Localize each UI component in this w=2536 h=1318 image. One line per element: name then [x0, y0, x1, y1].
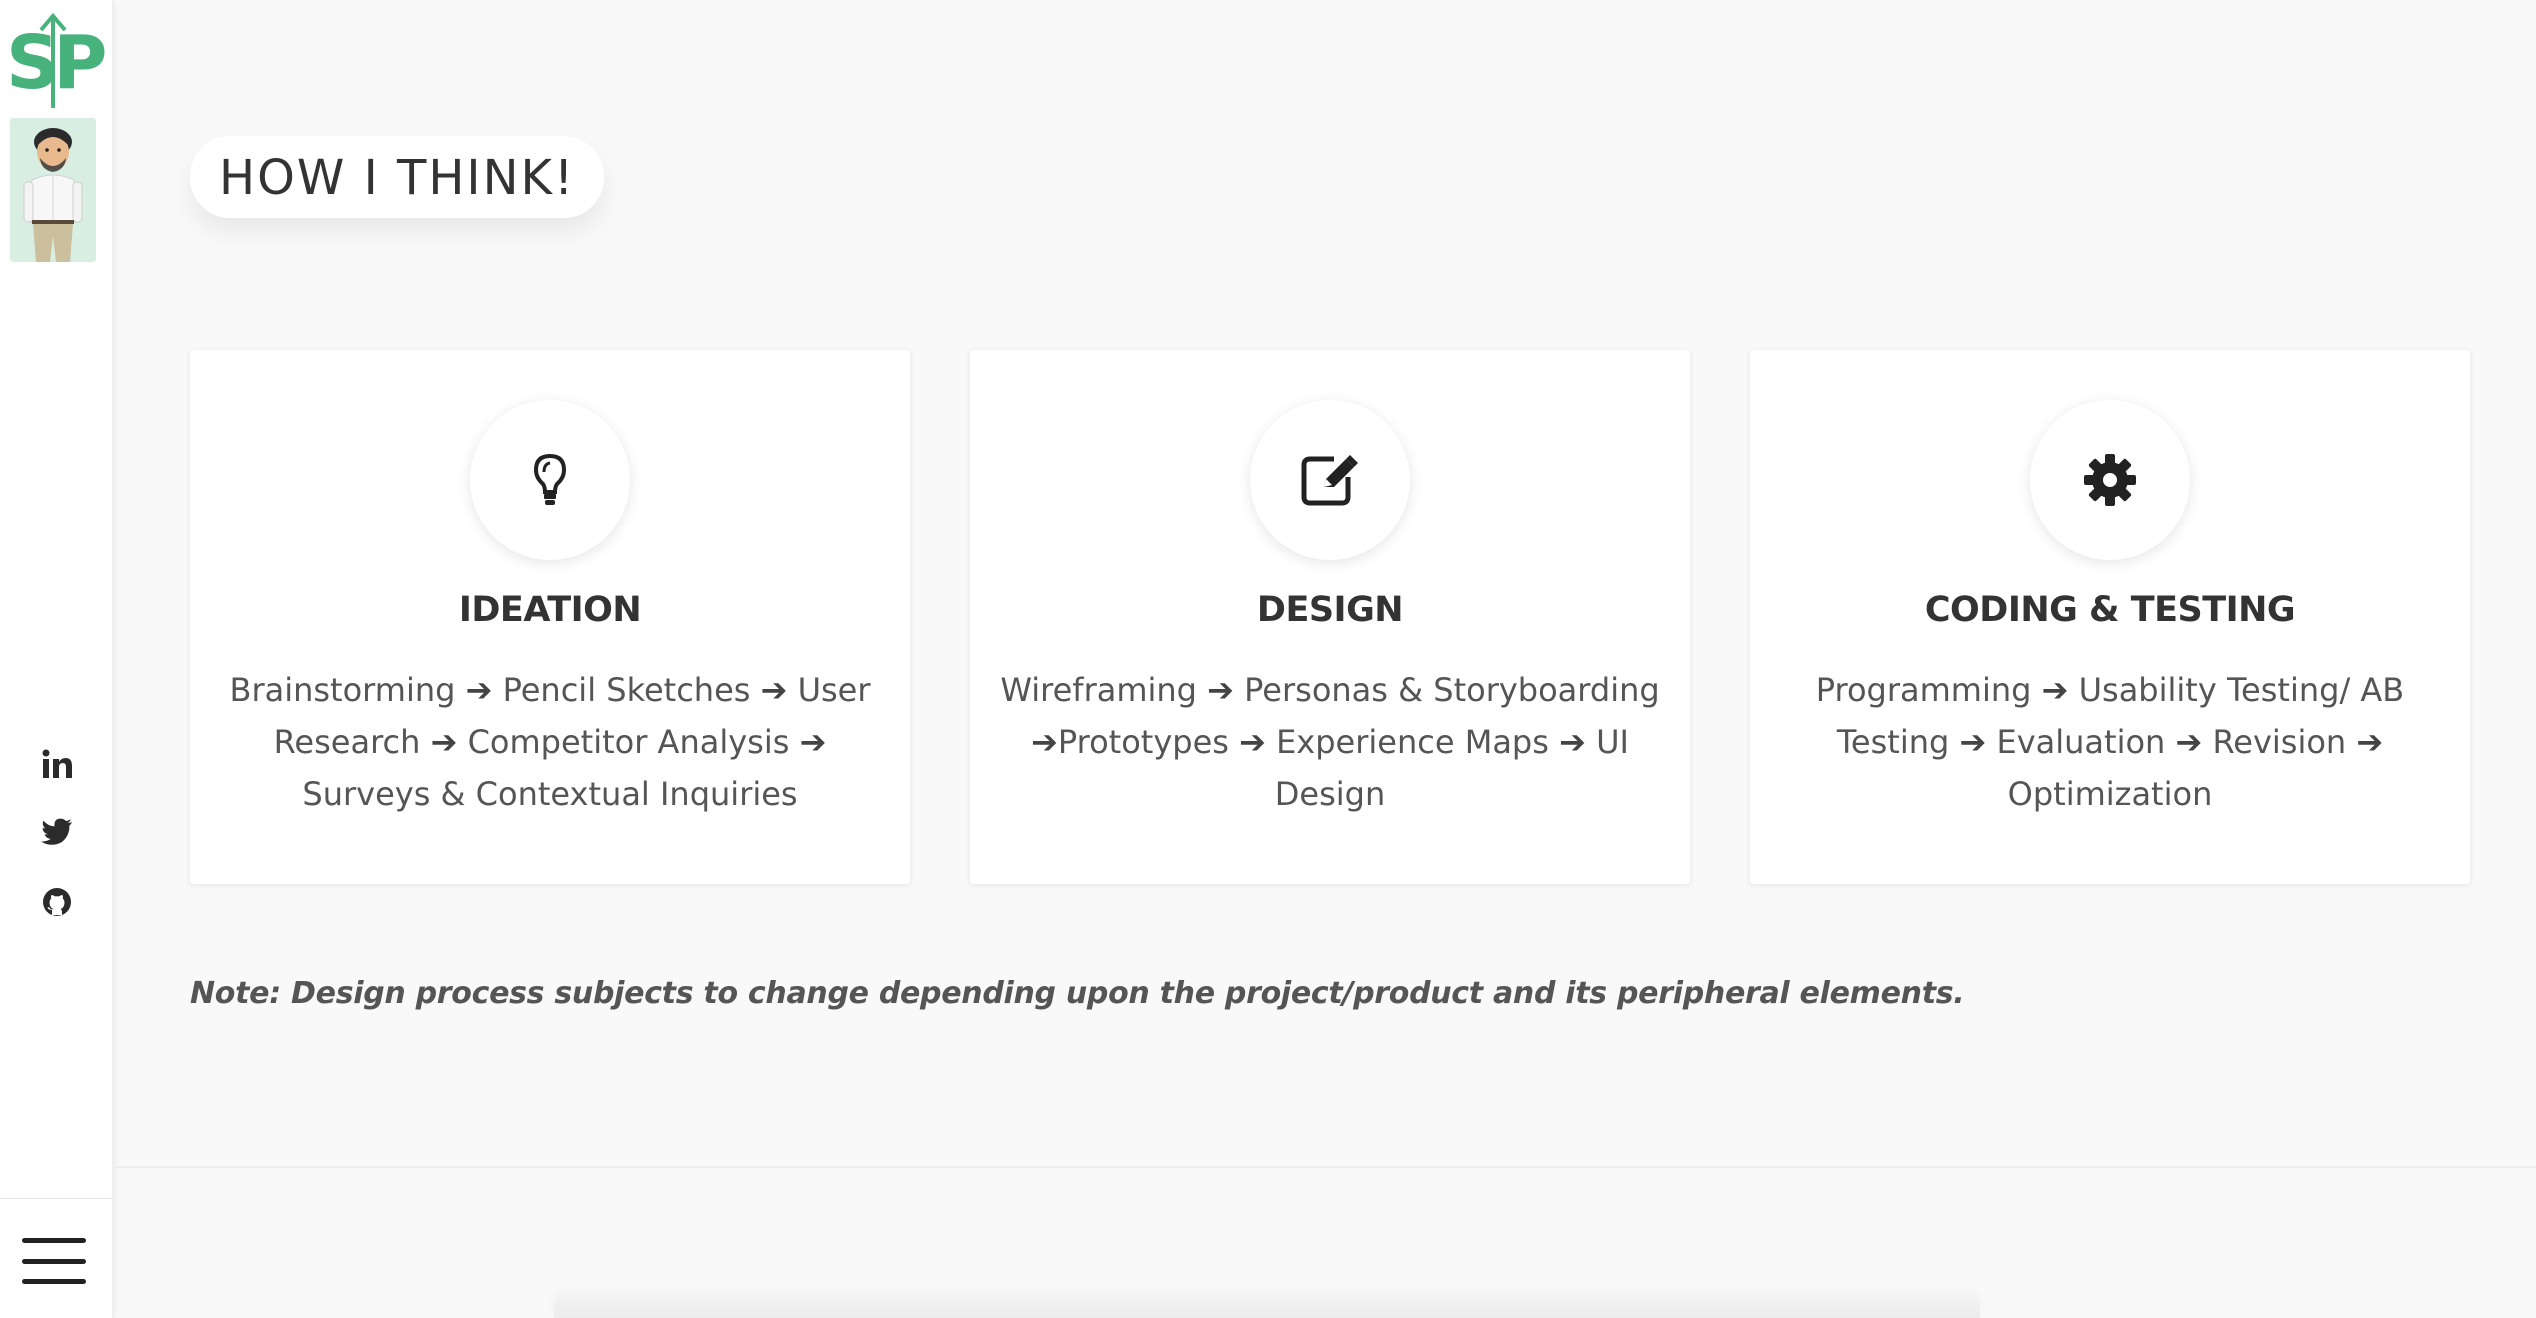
icon-badge: [1250, 400, 1410, 560]
process-card-coding-testing: CODING & TESTING Programming ➔ Usability…: [1750, 350, 2470, 884]
sidebar: SP: [0, 0, 113, 1318]
step: Experience Maps: [1276, 723, 1549, 761]
logo-arrow-icon: [39, 12, 67, 108]
linkedin-link[interactable]: [0, 744, 113, 784]
step: Programming: [1815, 671, 2032, 709]
step: Brainstorming: [229, 671, 456, 709]
card-title: CODING & TESTING: [1924, 590, 2296, 630]
edit-icon: [1301, 455, 1358, 506]
arrow-right-icon: ➔: [2175, 723, 2203, 761]
section-divider: [113, 1166, 2536, 1168]
menu-button[interactable]: [22, 1238, 86, 1284]
card-steps: Brainstorming ➔ Pencil Sketches ➔ User R…: [210, 664, 890, 820]
step: Competitor Analysis: [467, 723, 790, 761]
arrow-right-icon: ➔: [2356, 723, 2384, 761]
step: Personas & Storyboarding: [1244, 671, 1660, 709]
arrow-right-icon: ➔: [1031, 723, 1058, 761]
card-steps: Programming ➔ Usability Testing/ AB Test…: [1770, 664, 2450, 820]
card-title: DESIGN: [1256, 590, 1404, 630]
arrow-right-icon: ➔: [465, 671, 493, 709]
avatar: [10, 118, 96, 262]
step: Prototypes: [1057, 723, 1229, 761]
github-link[interactable]: [0, 882, 113, 922]
step: Optimization: [2007, 775, 2213, 813]
hamburger-icon-line: [22, 1258, 86, 1264]
arrow-right-icon: ➔: [760, 671, 788, 709]
arrow-right-icon: ➔: [1239, 723, 1266, 761]
twitter-link[interactable]: [0, 812, 113, 852]
next-section-edge: [554, 1296, 1980, 1318]
process-card-ideation: IDEATION Brainstorming ➔ Pencil Sketches…: [190, 350, 910, 884]
step: Surveys & Contextual Inquiries: [302, 775, 798, 813]
arrow-right-icon: ➔: [1959, 723, 1987, 761]
section-heading: HOW I THINK!: [219, 150, 576, 206]
step: Wireframing: [1000, 671, 1197, 709]
hamburger-icon-line: [22, 1279, 86, 1284]
gear-icon: [2084, 454, 2136, 506]
arrow-right-icon: ➔: [430, 723, 458, 761]
step: Revision: [2212, 723, 2347, 761]
hamburger-icon-line: [22, 1238, 86, 1243]
arrow-right-icon: ➔: [1559, 723, 1586, 761]
icon-badge: [470, 400, 630, 560]
step: Evaluation: [1996, 723, 2166, 761]
icon-badge: [2030, 400, 2190, 560]
process-card-design: DESIGN Wireframing ➔ Personas & Storyboa…: [970, 350, 1690, 884]
lightbulb-icon: [533, 453, 567, 505]
arrow-right-icon: ➔: [2041, 671, 2069, 709]
card-steps: Wireframing ➔ Personas & Storyboarding ➔…: [990, 664, 1670, 820]
logo[interactable]: SP: [6, 12, 108, 110]
twitter-icon: [40, 818, 72, 845]
linkedin-icon: [42, 749, 72, 778]
card-title: IDEATION: [458, 590, 642, 630]
arrow-right-icon: ➔: [1207, 671, 1234, 709]
github-icon: [42, 888, 71, 916]
step: Pencil Sketches: [502, 671, 751, 709]
arrow-right-icon: ➔: [799, 723, 827, 761]
sidebar-divider: [0, 1198, 113, 1199]
process-note: Note: Design process subjects to change …: [190, 976, 1965, 1011]
